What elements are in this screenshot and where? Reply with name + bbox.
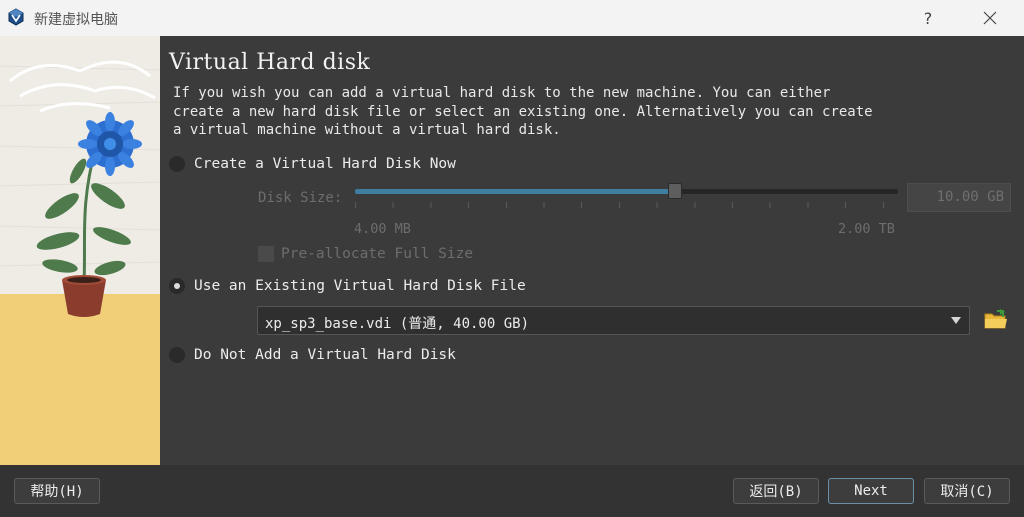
help-title-button[interactable]: ?	[905, 0, 951, 36]
do-not-add-radio[interactable]	[169, 347, 185, 363]
virtualbox-icon	[8, 8, 24, 26]
next-button[interactable]: Next	[828, 478, 914, 504]
page-title: Virtual Hard disk	[169, 50, 371, 75]
close-icon	[983, 11, 997, 25]
back-button[interactable]: 返回(B)	[733, 478, 819, 504]
title-bar: 新建虚拟电脑 ?	[0, 0, 1024, 36]
existing-disk-select[interactable]: xp_sp3_base.vdi (普通, 40.00 GB)	[257, 306, 970, 335]
page-description: If you wish you can add a virtual hard d…	[173, 85, 873, 138]
preallocate-label: Pre-allocate Full Size	[281, 246, 474, 262]
slider-fill	[355, 189, 676, 194]
slider-ticks	[355, 202, 898, 208]
preallocate-checkbox[interactable]	[258, 246, 274, 262]
choose-disk-button[interactable]	[983, 308, 1009, 332]
use-existing-radio[interactable]	[169, 278, 185, 294]
window-title: 新建虚拟电脑	[34, 12, 118, 28]
existing-disk-value: xp_sp3_base.vdi (普通, 40.00 GB)	[265, 316, 530, 332]
slider-min-label: 4.00 MB	[354, 221, 411, 237]
do-not-add-label: Do Not Add a Virtual Hard Disk	[194, 347, 456, 363]
slider-handle[interactable]	[668, 183, 683, 199]
use-existing-option[interactable]: Use an Existing Virtual Hard Disk File	[169, 278, 526, 294]
cancel-button[interactable]: 取消(C)	[924, 478, 1010, 504]
button-bar: 帮助(H) 返回(B) Next 取消(C)	[0, 465, 1024, 517]
chevron-down-icon	[951, 317, 961, 324]
flower-pot-illustration	[0, 36, 160, 465]
create-disk-option[interactable]: Create a Virtual Hard Disk Now	[169, 156, 456, 172]
folder-icon	[984, 309, 1007, 329]
wizard-illustration	[0, 36, 160, 465]
do-not-add-option[interactable]: Do Not Add a Virtual Hard Disk	[169, 347, 456, 363]
disk-size-slider[interactable]	[355, 183, 898, 199]
slider-max-label: 2.00 TB	[838, 221, 895, 237]
disk-size-label: Disk Size:	[258, 190, 343, 206]
wizard-content: Virtual Hard disk If you wish you can ad…	[160, 36, 1024, 465]
close-button[interactable]	[967, 0, 1013, 36]
preallocate-option[interactable]: Pre-allocate Full Size	[258, 246, 473, 262]
create-disk-radio[interactable]	[169, 156, 185, 172]
use-existing-label: Use an Existing Virtual Hard Disk File	[194, 278, 526, 294]
disk-size-input[interactable]: 10.00 GB	[907, 183, 1011, 212]
create-disk-label: Create a Virtual Hard Disk Now	[194, 156, 456, 172]
help-button[interactable]: 帮助(H)	[14, 478, 100, 504]
dialog-window: 新建虚拟电脑 ? Virtual Hard disk If you wish y…	[0, 0, 1024, 517]
question-icon: ?	[923, 8, 933, 28]
